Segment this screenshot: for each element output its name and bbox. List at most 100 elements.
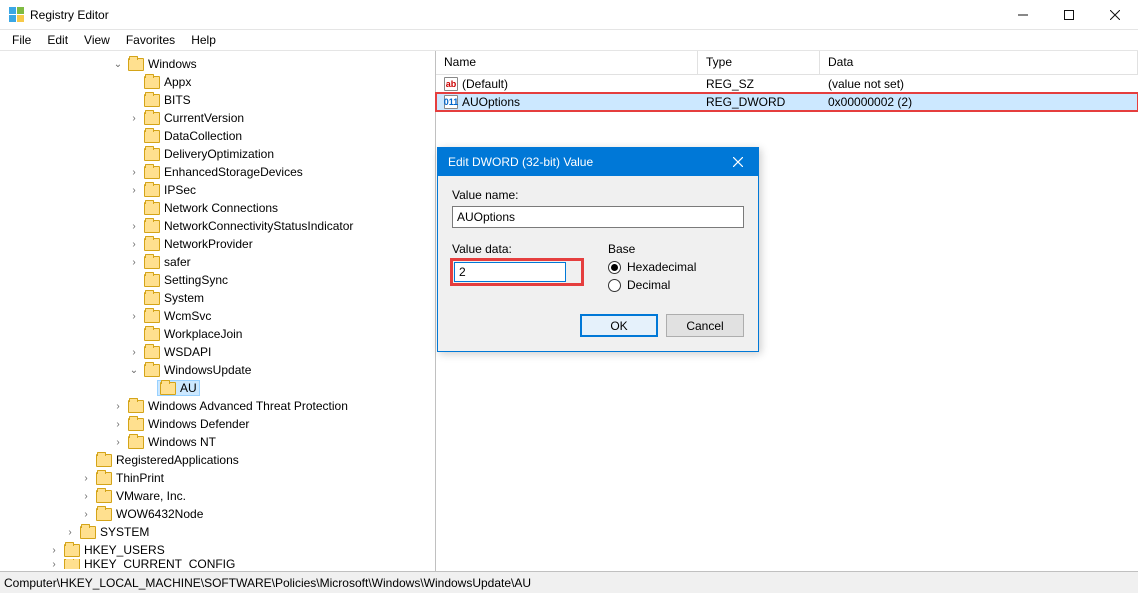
chevron-right-icon[interactable]: › bbox=[48, 559, 60, 569]
tree-item-datacollection[interactable]: DataCollection bbox=[0, 127, 435, 145]
folder-icon bbox=[144, 328, 160, 341]
folder-icon bbox=[96, 508, 112, 521]
chevron-right-icon[interactable]: › bbox=[48, 544, 60, 556]
folder-icon bbox=[144, 184, 160, 197]
radio-dec[interactable]: Decimal bbox=[608, 278, 744, 292]
menu-favorites[interactable]: Favorites bbox=[118, 31, 183, 49]
statusbar: Computer\HKEY_LOCAL_MACHINE\SOFTWARE\Pol… bbox=[0, 571, 1138, 593]
chevron-right-icon[interactable]: › bbox=[128, 112, 140, 124]
maximize-button[interactable] bbox=[1046, 0, 1092, 29]
value-name-field[interactable] bbox=[452, 206, 744, 228]
minimize-button[interactable] bbox=[1000, 0, 1046, 29]
chevron-right-icon[interactable]: › bbox=[128, 184, 140, 196]
chevron-right-icon[interactable]: › bbox=[128, 220, 140, 232]
tree-item-label: NetworkProvider bbox=[164, 237, 253, 251]
tree-item-hkey-users[interactable]: › HKEY_USERS bbox=[0, 541, 435, 559]
folder-icon bbox=[144, 112, 160, 125]
tree-item-vmware-inc-[interactable]: › VMware, Inc. bbox=[0, 487, 435, 505]
tree-item-network-connections[interactable]: Network Connections bbox=[0, 199, 435, 217]
tree-item-hkey-current-config[interactable]: ›HKEY_CURRENT_CONFIG bbox=[0, 559, 435, 569]
tree-item-workplacejoin[interactable]: WorkplaceJoin bbox=[0, 325, 435, 343]
chevron-right-icon[interactable]: › bbox=[80, 508, 92, 520]
value-row--default-[interactable]: ab(Default)REG_SZ(value not set) bbox=[436, 75, 1138, 93]
chevron-right-icon[interactable]: › bbox=[128, 310, 140, 322]
app-icon bbox=[8, 7, 24, 23]
value-data-field[interactable] bbox=[454, 262, 566, 282]
chevron-down-icon[interactable]: ⌄ bbox=[112, 58, 124, 70]
tree-item-networkconnectivitystatusindicator[interactable]: ›NetworkConnectivityStatusIndicator bbox=[0, 217, 435, 235]
string-icon: ab bbox=[444, 77, 458, 91]
tree-item-windows-defender[interactable]: ›Windows Defender bbox=[0, 415, 435, 433]
chevron-right-icon[interactable]: › bbox=[112, 436, 124, 448]
chevron-right-icon[interactable]: › bbox=[128, 256, 140, 268]
tree-item-wcmsvc[interactable]: ›WcmSvc bbox=[0, 307, 435, 325]
chevron-right-icon[interactable]: › bbox=[80, 490, 92, 502]
value-row-auoptions[interactable]: 011AUOptionsREG_DWORD0x00000002 (2) bbox=[436, 93, 1138, 111]
tree-item-system[interactable]: System bbox=[0, 289, 435, 307]
tree-item-windowsupdate[interactable]: ⌄WindowsUpdate bbox=[0, 361, 435, 379]
tree-item-windows-nt[interactable]: ›Windows NT bbox=[0, 433, 435, 451]
tree-item-currentversion[interactable]: ›CurrentVersion bbox=[0, 109, 435, 127]
menu-view[interactable]: View bbox=[76, 31, 118, 49]
folder-icon bbox=[96, 454, 112, 467]
tree-item-ipsec[interactable]: ›IPSec bbox=[0, 181, 435, 199]
chevron-right-icon[interactable]: › bbox=[128, 346, 140, 358]
radio-dec-label: Decimal bbox=[627, 278, 670, 292]
ok-button[interactable]: OK bbox=[580, 314, 658, 337]
folder-icon bbox=[144, 130, 160, 143]
col-name[interactable]: Name bbox=[436, 51, 698, 74]
folder-icon bbox=[128, 58, 144, 71]
tree-item-label: VMware, Inc. bbox=[116, 489, 186, 503]
chevron-right-icon[interactable]: › bbox=[128, 238, 140, 250]
col-type[interactable]: Type bbox=[698, 51, 820, 74]
value-data: (value not set) bbox=[820, 77, 1138, 91]
tree-item-label: SettingSync bbox=[164, 273, 228, 287]
tree-item-au[interactable]: AU bbox=[0, 379, 435, 397]
window-title: Registry Editor bbox=[30, 8, 1000, 22]
tree-item-label: HKEY_USERS bbox=[84, 543, 165, 557]
tree-item-windows-advanced-threat-protection[interactable]: ›Windows Advanced Threat Protection bbox=[0, 397, 435, 415]
tree-item-label: DataCollection bbox=[164, 129, 242, 143]
close-button[interactable] bbox=[1092, 0, 1138, 29]
chevron-down-icon[interactable]: ⌄ bbox=[128, 364, 140, 376]
chevron-right-icon[interactable]: › bbox=[128, 166, 140, 178]
menu-edit[interactable]: Edit bbox=[39, 31, 76, 49]
value-name: (Default) bbox=[462, 77, 508, 91]
tree-item-settingsync[interactable]: SettingSync bbox=[0, 271, 435, 289]
tree-item-windows[interactable]: ⌄Windows bbox=[0, 55, 435, 73]
tree-item-wsdapi[interactable]: ›WSDAPI bbox=[0, 343, 435, 361]
tree-item-wow6432node[interactable]: ›WOW6432Node bbox=[0, 505, 435, 523]
folder-icon bbox=[144, 292, 160, 305]
tree-item-appx[interactable]: Appx bbox=[0, 73, 435, 91]
tree-item-deliveryoptimization[interactable]: DeliveryOptimization bbox=[0, 145, 435, 163]
chevron-right-icon[interactable]: › bbox=[64, 526, 76, 538]
list-header: Name Type Data bbox=[436, 51, 1138, 75]
chevron-right-icon[interactable]: › bbox=[112, 418, 124, 430]
tree-item-safer[interactable]: ›safer bbox=[0, 253, 435, 271]
folder-icon bbox=[144, 256, 160, 269]
tree-item-registeredapplications[interactable]: RegisteredApplications bbox=[0, 451, 435, 469]
tree-pane[interactable]: ⌄WindowsAppxBITS›CurrentVersion DataColle… bbox=[0, 51, 436, 571]
dword-icon: 011 bbox=[444, 95, 458, 109]
folder-icon bbox=[144, 220, 160, 233]
chevron-right-icon[interactable]: › bbox=[112, 400, 124, 412]
chevron-right-icon[interactable]: › bbox=[80, 472, 92, 484]
tree-item-system[interactable]: ›SYSTEM bbox=[0, 523, 435, 541]
tree-item-thinprint[interactable]: › ThinPrint bbox=[0, 469, 435, 487]
folder-icon bbox=[128, 418, 144, 431]
tree-item-label: ThinPrint bbox=[116, 471, 164, 485]
dialog-close-button[interactable] bbox=[718, 148, 758, 176]
tree-item-enhancedstoragedevices[interactable]: ›EnhancedStorageDevices bbox=[0, 163, 435, 181]
folder-icon bbox=[144, 238, 160, 251]
radio-hex[interactable]: Hexadecimal bbox=[608, 260, 744, 274]
folder-icon bbox=[144, 94, 160, 107]
menu-help[interactable]: Help bbox=[183, 31, 224, 49]
tree-item-bits[interactable]: BITS bbox=[0, 91, 435, 109]
dialog-titlebar[interactable]: Edit DWORD (32-bit) Value bbox=[438, 148, 758, 176]
radio-hex-indicator bbox=[608, 261, 621, 274]
tree-item-networkprovider[interactable]: › NetworkProvider bbox=[0, 235, 435, 253]
cancel-button[interactable]: Cancel bbox=[666, 314, 744, 337]
col-data[interactable]: Data bbox=[820, 51, 1138, 74]
menu-file[interactable]: File bbox=[4, 31, 39, 49]
blank-icon bbox=[128, 202, 140, 214]
